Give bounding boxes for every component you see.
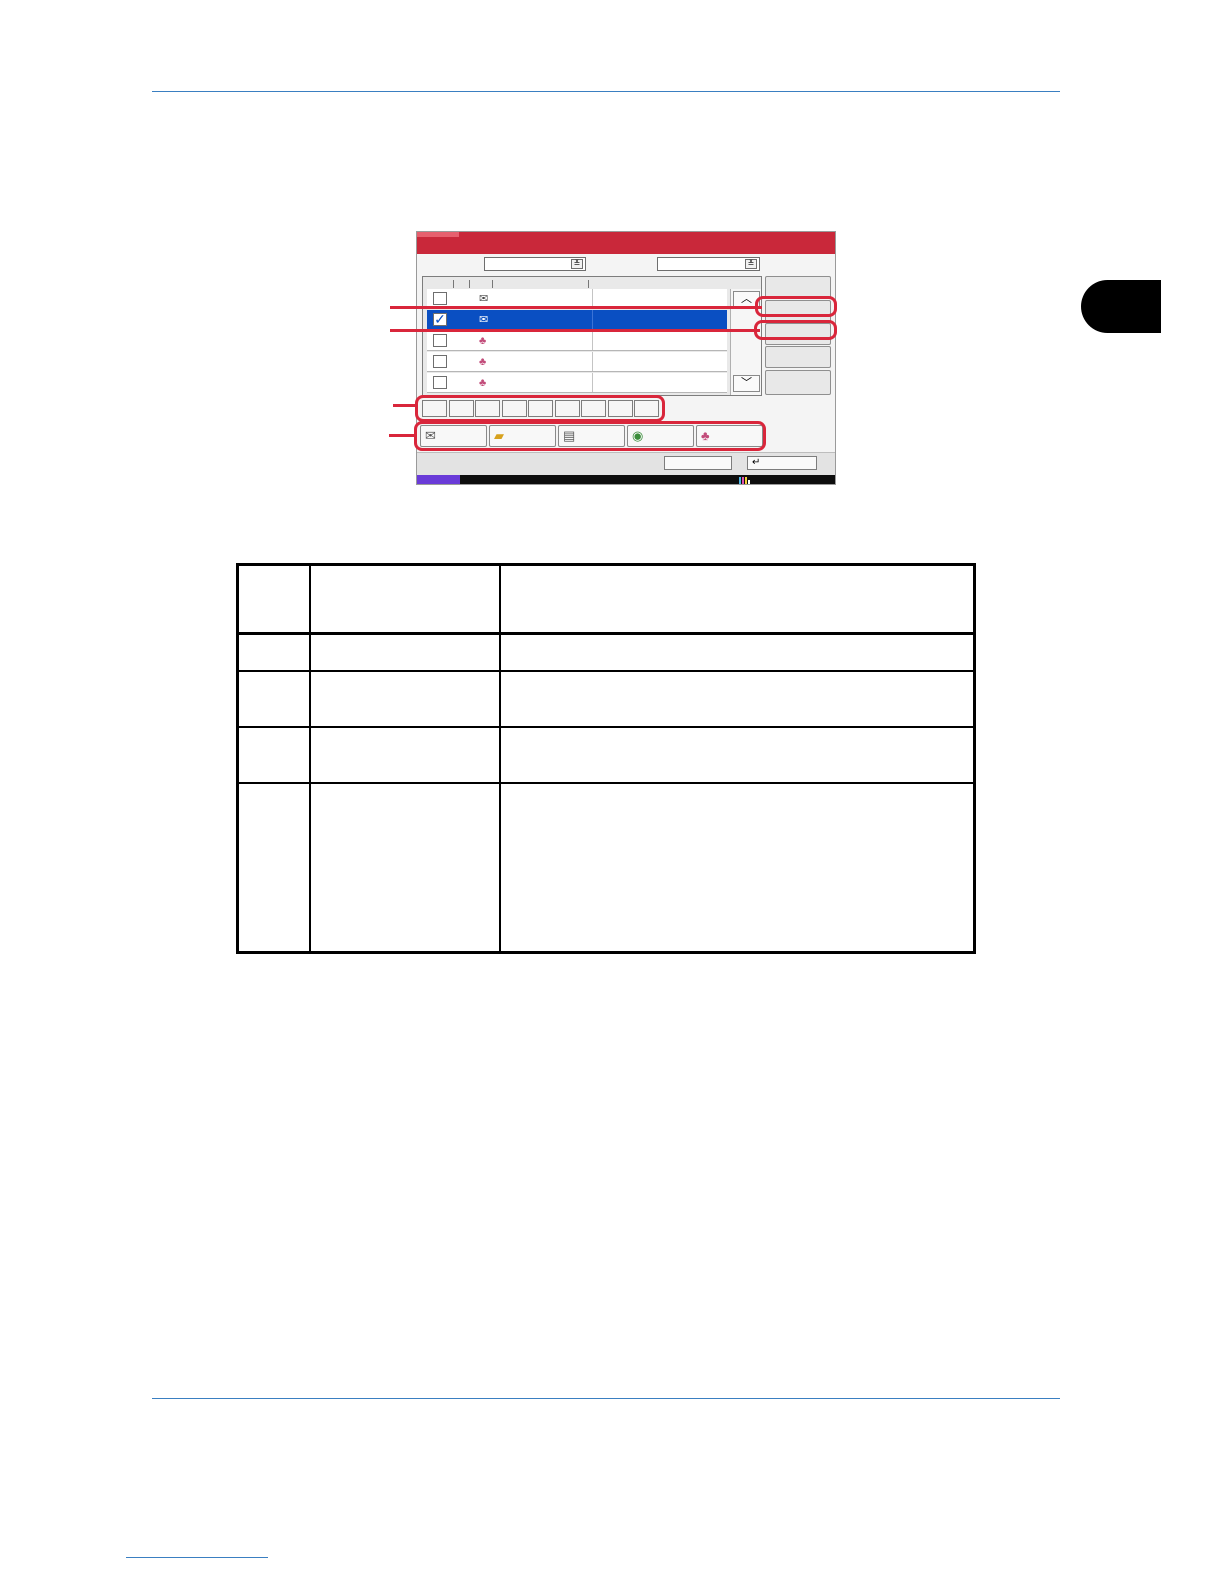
callout-line-4 [389,434,417,437]
side-button-4[interactable] [765,346,831,368]
group-icon: ♣ [479,377,487,389]
sort-dropdown[interactable]: ≚ [484,257,586,271]
callout-line-1 [390,306,762,309]
header-rule [152,91,1060,92]
list-item[interactable]: ♣ [427,352,727,372]
status-tag [417,475,460,484]
list-item[interactable]: ♣ [427,373,727,393]
scroll-down-button[interactable]: ﹀ [733,375,760,392]
enter-button[interactable]: ↵ [747,456,817,470]
list-item[interactable]: ✓ ✉ [427,310,727,330]
row-checkbox[interactable] [433,292,447,305]
filter-dropdown[interactable]: ≚ [657,257,760,271]
enter-icon: ↵ [752,457,761,468]
group-icon: ♣ [479,335,487,347]
table-row-divider [239,782,973,784]
callout-box-3 [415,395,665,422]
toner-meter-icon [739,476,753,484]
table-row-divider [239,670,973,672]
row-checkbox[interactable]: ✓ [433,312,447,326]
dropdown-arrow-icon: ≚ [571,259,583,269]
table-header-divider [239,632,973,635]
row-checkbox[interactable] [433,355,447,368]
side-button-5[interactable] [765,370,831,395]
status-bar [417,475,835,484]
chapter-tab [1081,280,1161,333]
table-column-divider [309,566,311,951]
destination-list: ✉ ✓ ✉ ♣ ♣ ♣ ︿ ﹀ [422,276,762,396]
panel-footer: ↵ [417,452,835,475]
panel-title-bar [417,232,835,254]
group-icon: ♣ [479,356,487,368]
footer-rule [152,1398,1060,1399]
callout-box-4 [414,421,766,451]
row-checkbox[interactable] [433,334,447,347]
row-checkbox[interactable] [433,376,447,389]
description-table [236,563,976,954]
callout-box-2 [754,320,837,340]
callout-box-1 [755,296,837,317]
table-column-divider [499,566,501,951]
list-header [423,277,761,289]
list-item[interactable]: ♣ [427,331,727,351]
footer-button[interactable] [664,456,732,470]
mail-icon: ✉ [479,314,489,326]
mail-icon: ✉ [479,293,489,305]
callout-line-2 [390,329,760,332]
table-row-divider [239,726,973,728]
dropdown-arrow-icon: ≚ [745,259,757,269]
footer-link-underline[interactable] [126,1557,268,1558]
